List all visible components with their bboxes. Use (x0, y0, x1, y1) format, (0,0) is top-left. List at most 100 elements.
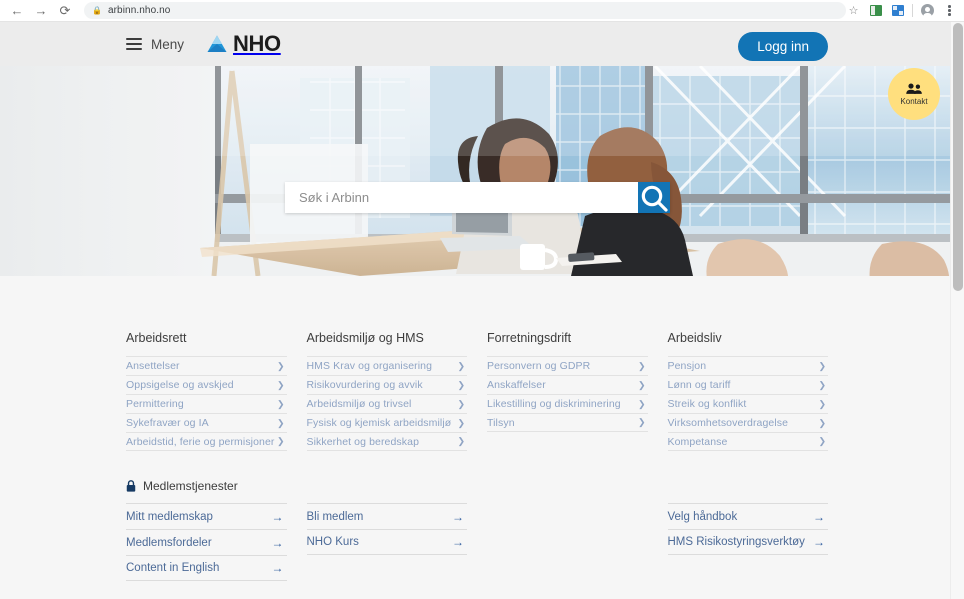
kontakt-fab-button[interactable]: Kontakt (888, 68, 940, 120)
member-service-label: HMS Risikostyringsverktøy (667, 536, 805, 548)
category-link[interactable]: Arbeidsmiljø og trivsel ❯ (306, 394, 467, 413)
member-service-link[interactable]: Bli medlem → (306, 503, 467, 529)
category-link-label: Fysisk og kjemisk arbeidsmiljø (306, 417, 452, 429)
arrow-right-icon: → (271, 535, 284, 550)
chevron-right-icon: ❯ (276, 417, 285, 428)
chevron-right-icon: ❯ (457, 417, 465, 428)
lock-icon (126, 480, 136, 492)
chevron-right-icon: ❯ (637, 417, 646, 427)
member-column-1: Mitt medlemskap → Medlemsfordeler → Cont… (126, 503, 287, 581)
kebab-menu-icon[interactable] (942, 3, 957, 18)
member-service-link[interactable]: Velg håndbok → (667, 503, 828, 529)
profile-avatar-icon[interactable] (920, 3, 935, 18)
site-search[interactable] (285, 182, 670, 213)
arrow-right-icon: → (452, 535, 464, 549)
category-link[interactable]: Arbeidstid, ferie og permisjoner ❯ (126, 432, 287, 451)
category-link[interactable]: Oppsigelse og avskjed ❯ (126, 375, 287, 394)
chevron-right-icon: ❯ (818, 379, 826, 390)
category-link[interactable]: Personvern og GDPR ❯ (487, 356, 648, 375)
site-header: Meny NHO Logg inn (0, 22, 950, 66)
lock-icon: 🔒 (92, 6, 102, 15)
magnifier-icon (641, 185, 668, 212)
member-service-link[interactable]: Content in English → (126, 555, 287, 581)
member-service-link[interactable]: Medlemsfordeler → (126, 529, 287, 555)
chevron-right-icon: ❯ (457, 360, 465, 371)
page-viewport: Meny NHO Logg inn Søk i Arbinn Kontakt A… (0, 22, 964, 599)
chevron-right-icon: ❯ (637, 398, 646, 409)
browser-chrome: ← → ⟳ 🔒 arbinn.nho.no ☆ (0, 0, 964, 22)
arrow-right-icon: → (813, 509, 825, 524)
browser-nav-buttons: ← → ⟳ (0, 1, 76, 21)
category-link[interactable]: Sikkerhet og beredskap ❯ (306, 432, 467, 451)
search-input[interactable] (285, 182, 638, 213)
category-title: Forretningsdrift (487, 331, 572, 345)
member-services-heading: Medlemstjenester (126, 479, 828, 493)
category-link-label: HMS Krav og organisering (306, 360, 433, 372)
category-link-label: Pensjon (667, 360, 707, 372)
address-bar[interactable]: 🔒 arbinn.nho.no (84, 2, 846, 19)
chevron-right-icon: ❯ (457, 379, 465, 390)
category-link[interactable]: Likestilling og diskriminering ❯ (487, 394, 648, 413)
extension-blue-icon[interactable] (890, 3, 905, 18)
category-link[interactable]: Anskaffelser ❯ (487, 375, 648, 394)
category-link[interactable]: Pensjon ❯ (667, 356, 828, 375)
category-title: Arbeidsmiljø og HMS (306, 331, 424, 345)
chevron-right-icon: ❯ (637, 360, 646, 371)
category-link[interactable]: Sykefravær og IA ❯ (126, 413, 287, 432)
category-link[interactable]: HMS Krav og organisering ❯ (306, 356, 467, 375)
arrow-right-icon: → (271, 561, 284, 575)
chevron-right-icon: ❯ (276, 398, 285, 409)
category-link-label: Kompetanse (667, 435, 728, 448)
category-link[interactable]: Streik og konflikt ❯ (667, 394, 828, 413)
chevron-right-icon: ❯ (818, 436, 826, 446)
member-service-link[interactable]: HMS Risikostyringsverktøy → (667, 529, 828, 555)
page-scrollbar[interactable]: ▲ (950, 22, 964, 599)
category-link-label: Arbeidstid, ferie og permisjoner (126, 435, 275, 448)
member-service-label: NHO Kurs (306, 536, 359, 548)
back-arrow-icon[interactable]: ← (6, 1, 28, 21)
member-services-label: Medlemstjenester (143, 479, 238, 493)
chevron-right-icon: ❯ (276, 379, 285, 390)
scrollbar-thumb[interactable] (953, 23, 963, 291)
reload-icon[interactable]: ⟳ (54, 1, 76, 21)
menu-toggle-button[interactable]: Meny (126, 37, 184, 52)
member-service-link[interactable]: NHO Kurs → (306, 529, 467, 555)
category-link-label: Anskaffelser (487, 379, 546, 391)
category-link[interactable]: Kompetanse ❯ (667, 432, 828, 451)
star-icon[interactable]: ☆ (846, 3, 861, 18)
member-column-4: Velg håndbok → HMS Risikostyringsverktøy… (667, 503, 828, 581)
category-link[interactable]: Ansettelser ❯ (126, 356, 287, 375)
menu-label: Meny (151, 36, 185, 52)
category-link[interactable]: Lønn og tariff ❯ (667, 375, 828, 394)
category-link[interactable]: Risikovurdering og avvik ❯ (306, 375, 467, 394)
nho-logo[interactable]: NHO (206, 31, 281, 57)
nho-wordmark: NHO (233, 31, 281, 56)
chevron-right-icon: ❯ (457, 436, 465, 446)
category-link[interactable]: Virksomhetsoverdragelse ❯ (667, 413, 828, 432)
forward-arrow-icon[interactable]: → (30, 1, 52, 21)
category-link-label: Arbeidsmiljø og trivsel (306, 398, 412, 410)
category-link[interactable]: Tilsyn ❯ (487, 413, 648, 432)
chevron-right-icon: ❯ (818, 360, 826, 371)
member-service-label: Content in English (126, 562, 220, 574)
people-icon (906, 83, 922, 94)
chevron-right-icon: ❯ (276, 360, 285, 371)
category-column-arbeidsliv: Arbeidsliv Pensjon ❯ Lønn og tariff ❯ St… (667, 331, 828, 451)
category-link-label: Risikovurdering og avvik (306, 379, 423, 391)
member-service-label: Bli medlem (306, 510, 364, 523)
extension-green-icon[interactable] (868, 3, 883, 18)
login-button[interactable]: Logg inn (738, 32, 828, 61)
category-grid: Arbeidsrett Ansettelser ❯ Oppsigelse og … (126, 331, 828, 451)
arrow-right-icon: → (271, 509, 284, 524)
category-link[interactable]: Permittering ❯ (126, 394, 287, 413)
category-column-arbeidsrett: Arbeidsrett Ansettelser ❯ Oppsigelse og … (126, 331, 287, 451)
arrow-right-icon: → (813, 535, 825, 549)
chevron-right-icon: ❯ (818, 398, 826, 409)
category-link-label: Oppsigelse og avskjed (126, 379, 234, 391)
member-services-grid: Mitt medlemskap → Medlemsfordeler → Cont… (126, 503, 828, 581)
category-link-label: Sikkerhet og beredskap (306, 435, 420, 448)
category-link[interactable]: Fysisk og kjemisk arbeidsmiljø ❯ (306, 413, 467, 432)
member-service-link[interactable]: Mitt medlemskap → (126, 503, 287, 529)
member-services-section: Medlemstjenester Mitt medlemskap → Medle… (126, 479, 828, 581)
search-submit-button[interactable] (638, 182, 670, 213)
